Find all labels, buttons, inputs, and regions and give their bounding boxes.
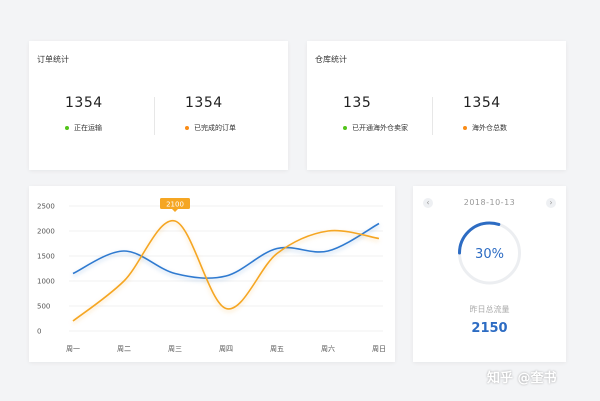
stat-value: 135 [343, 95, 372, 111]
watermark: 知乎 @奎书 [487, 371, 557, 386]
progress-gauge: 30% [458, 221, 521, 285]
y-tick-label: 0 [37, 328, 41, 336]
stat-value: 1354 [65, 95, 103, 111]
yesterday-traffic-value: 2150 [471, 321, 508, 336]
x-tick-label: 周一 [66, 345, 80, 353]
x-tick-label: 周二 [117, 345, 131, 353]
series-line-1 [72, 222, 380, 279]
traffic-panel: ‹ 2018-10-13 › 30% 昨日总流量 2150 [413, 186, 566, 362]
weekly-chart-card: 2500 2000 1500 1000 500 0 周一 周二 周三 周四 周五 周六 周日 2100 [29, 186, 395, 362]
tooltip-pointer [172, 209, 178, 212]
warehouse-stats-title: 仓库统计 [315, 55, 347, 64]
x-tick-label: 周六 [321, 344, 335, 353]
yesterday-traffic-label: 昨日总流量 [469, 305, 510, 314]
y-tick-label: 1000 [37, 278, 55, 286]
stat-label: 海外仓总数 [472, 124, 507, 132]
gauge-percent: 30% [475, 247, 504, 262]
tooltip-value: 2100 [166, 201, 184, 209]
date-label: 2018-10-13 [463, 198, 516, 207]
y-tick-label: 2000 [37, 228, 55, 236]
warehouse-stats-card: 仓库统计 135 已开通海外仓卖家 1354 海外仓总数 [307, 41, 566, 170]
y-tick-label: 1500 [37, 253, 55, 261]
stat-value: 1354 [185, 95, 223, 111]
stat-label: 已开通海外仓卖家 [352, 124, 408, 132]
warehouse-stat-sellers: 135 已开通海外仓卖家 [343, 95, 453, 133]
chevron-right-icon: › [549, 198, 553, 207]
divider [432, 97, 433, 135]
x-tick-label: 周四 [219, 345, 233, 353]
order-stats-title: 订单统计 [37, 55, 69, 64]
order-stat-in-transit: 1354 正在运输 [65, 95, 175, 133]
orange-dot-icon [185, 126, 189, 130]
stat-label: 正在运输 [74, 124, 102, 132]
warehouse-stat-total: 1354 海外仓总数 [463, 95, 573, 133]
stat-value: 1354 [463, 95, 501, 111]
line-chart: 2500 2000 1500 1000 500 0 周一 周二 周三 周四 周五 周六 周日 2100 [37, 198, 386, 353]
order-stats-card: 订单统计 1354 正在运输 1354 已完成的订单 [29, 41, 288, 170]
orange-dot-icon [463, 126, 467, 130]
green-dot-icon [65, 126, 69, 130]
stat-label: 已完成的订单 [194, 124, 236, 132]
y-tick-label: 500 [37, 303, 50, 311]
x-tick-label: 周日 [372, 345, 386, 353]
x-tick-label: 周三 [168, 345, 182, 353]
divider [154, 97, 155, 135]
next-date-button[interactable]: › [546, 198, 556, 208]
order-stat-completed: 1354 已完成的订单 [185, 95, 295, 133]
x-tick-label: 周五 [270, 345, 284, 353]
y-tick-label: 2500 [37, 203, 55, 211]
green-dot-icon [343, 126, 347, 130]
